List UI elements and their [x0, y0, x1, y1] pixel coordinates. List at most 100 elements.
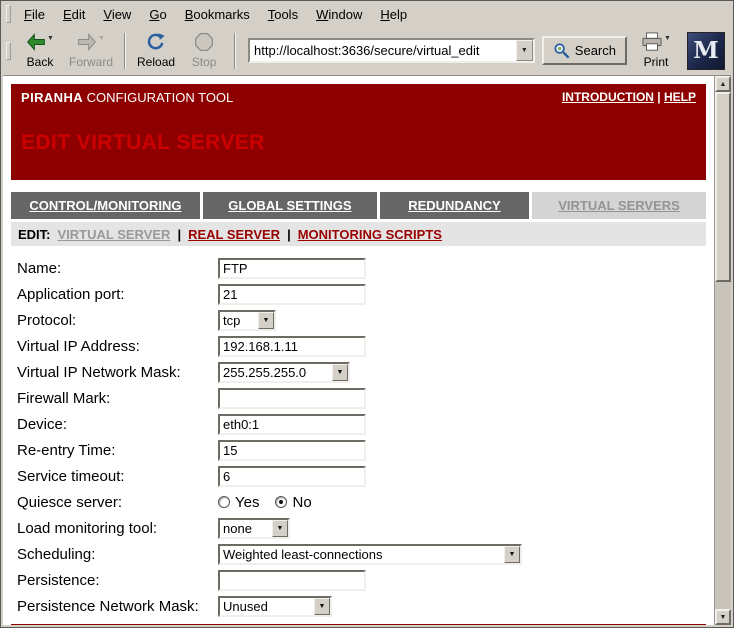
page-header: PIRANHA CONFIGURATION TOOL INTRODUCTION …: [11, 84, 706, 180]
tab-global-settings[interactable]: GLOBAL SETTINGS: [203, 192, 377, 219]
dropdown-arrow-icon[interactable]: ▼: [504, 546, 520, 563]
vertical-scrollbar[interactable]: ▲ ▼: [714, 76, 731, 625]
select-value: Unused: [220, 598, 314, 615]
forward-icon-group: ▼: [77, 32, 105, 54]
stop-icon: [194, 32, 214, 52]
print-label: Print: [644, 55, 669, 69]
dropdown-arrow-icon[interactable]: ▼: [314, 598, 330, 615]
form-row-firewall-mark: Firewall Mark:: [17, 385, 706, 411]
scrollbar-thumb[interactable]: [715, 92, 731, 282]
field-label-persistence: Persistence:: [17, 572, 218, 589]
select-value: tcp: [220, 312, 258, 329]
form-row-protocol: Protocol:tcp▼: [17, 307, 706, 333]
url-input[interactable]: [250, 40, 516, 61]
tab-virtual-servers[interactable]: VIRTUAL SERVERS: [532, 192, 706, 219]
load-monitoring-tool-select[interactable]: none▼: [218, 518, 290, 539]
field-label-protocol: Protocol:: [17, 312, 218, 329]
menu-file[interactable]: File: [15, 3, 54, 26]
menu-bookmarks[interactable]: Bookmarks: [176, 3, 259, 26]
back-history-dropdown-icon[interactable]: ▼: [47, 35, 54, 42]
back-button[interactable]: ▼ Back: [17, 29, 63, 73]
toolbar-grippy[interactable]: [6, 42, 11, 60]
form-row-persistence: Persistence:: [17, 567, 706, 593]
reload-button[interactable]: Reload: [133, 29, 179, 73]
menu-edit[interactable]: Edit: [54, 3, 94, 26]
radio-icon-yes[interactable]: [218, 496, 230, 508]
subnav-prefix: EDIT:: [18, 227, 51, 242]
menubar-grippy[interactable]: [6, 5, 11, 23]
scroll-up-button[interactable]: ▲: [715, 76, 731, 92]
radio-option-yes[interactable]: Yes: [218, 494, 259, 511]
subnav-separator: |: [287, 227, 291, 242]
virtual-ip-network-mask-select[interactable]: 255.255.255.0▼: [218, 362, 350, 383]
radio-icon-no[interactable]: [275, 496, 287, 508]
menu-go[interactable]: Go: [140, 3, 175, 26]
service-timeout-input[interactable]: [218, 466, 366, 487]
field-label-scheduling: Scheduling:: [17, 546, 218, 563]
print-dropdown-icon[interactable]: ▼: [664, 35, 671, 42]
re-entry-time-input[interactable]: [218, 440, 366, 461]
dropdown-arrow-icon[interactable]: ▼: [272, 520, 288, 537]
select-value: Weighted least-connections: [220, 546, 504, 563]
radio-option-no[interactable]: No: [275, 494, 311, 511]
menu-window[interactable]: Window: [307, 3, 371, 26]
name-input[interactable]: [218, 258, 366, 279]
print-button[interactable]: ▼ Print: [633, 29, 679, 73]
menu-help[interactable]: Help: [371, 3, 416, 26]
scrollbar-track[interactable]: [715, 92, 731, 609]
back-label: Back: [27, 55, 54, 69]
field-label-persistence-network-mask: Persistence Network Mask:: [17, 598, 218, 615]
subnav-separator: |: [177, 227, 181, 242]
subnav-virtual-server[interactable]: VIRTUAL SERVER: [58, 227, 171, 242]
menu-bar: FileEditViewGoBookmarksToolsWindowHelp: [3, 1, 731, 27]
field-label-service-timeout: Service timeout:: [17, 468, 218, 485]
forward-button: ▼ Forward: [65, 29, 117, 73]
help-link[interactable]: HELP: [664, 90, 696, 104]
search-button[interactable]: Search: [542, 36, 627, 65]
protocol-select[interactable]: tcp▼: [218, 310, 276, 331]
menu-view[interactable]: View: [94, 3, 140, 26]
tab-label: GLOBAL SETTINGS: [224, 198, 355, 213]
toolbar-separator: [234, 33, 236, 69]
radio-label-no: No: [292, 494, 311, 511]
device-input[interactable]: [218, 414, 366, 435]
page-viewport: PIRANHA CONFIGURATION TOOL INTRODUCTION …: [3, 76, 731, 625]
form-row-name: Name:: [17, 255, 706, 281]
quiesce-server-radio-group: Yes No: [218, 494, 312, 511]
virtual-ip-address-input[interactable]: [218, 336, 366, 357]
mozilla-logo[interactable]: M: [687, 32, 725, 70]
url-dropdown-icon[interactable]: ▼: [516, 40, 533, 61]
scheduling-select[interactable]: Weighted least-connections▼: [218, 544, 522, 565]
tab-label: REDUNDANCY: [404, 198, 504, 213]
firewall-mark-input[interactable]: [218, 388, 366, 409]
menu-tools[interactable]: Tools: [259, 3, 307, 26]
form-row-re-entry-time: Re-entry Time:: [17, 437, 706, 463]
tab-redundancy[interactable]: REDUNDANCY: [380, 192, 529, 219]
select-value: none: [220, 520, 272, 537]
subnav-real-server[interactable]: REAL SERVER: [188, 227, 280, 242]
tab-label: VIRTUAL SERVERS: [554, 198, 684, 213]
application-port-input[interactable]: [218, 284, 366, 305]
persistence-network-mask-select[interactable]: Unused▼: [218, 596, 332, 617]
toolbar-separator: [124, 33, 126, 69]
reload-label: Reload: [137, 55, 175, 69]
introduction-link[interactable]: INTRODUCTION: [562, 90, 654, 104]
form-row-virtual-ip-network-mask: Virtual IP Network Mask:255.255.255.0▼: [17, 359, 706, 385]
persistence-input[interactable]: [218, 570, 366, 591]
search-label: Search: [575, 43, 616, 58]
tab-label: CONTROL/MONITORING: [25, 198, 185, 213]
field-label-load-monitoring-tool: Load monitoring tool:: [17, 520, 218, 537]
forward-icon: [77, 32, 97, 52]
url-bar[interactable]: ▼: [248, 38, 535, 63]
dropdown-arrow-icon[interactable]: ▼: [332, 364, 348, 381]
dropdown-arrow-icon[interactable]: ▼: [258, 312, 274, 329]
field-label-virtual-ip-network-mask: Virtual IP Network Mask:: [17, 364, 218, 381]
subnav-monitoring-scripts[interactable]: MONITORING SCRIPTS: [298, 227, 442, 242]
back-icon: [26, 32, 46, 52]
stop-label: Stop: [192, 55, 217, 69]
page-title: EDIT VIRTUAL SERVER: [11, 110, 706, 180]
brand-suffix: CONFIGURATION TOOL: [83, 90, 233, 105]
tab-control-monitoring[interactable]: CONTROL/MONITORING: [11, 192, 200, 219]
scroll-down-button[interactable]: ▼: [715, 609, 731, 625]
next-section-partial: [11, 624, 706, 625]
